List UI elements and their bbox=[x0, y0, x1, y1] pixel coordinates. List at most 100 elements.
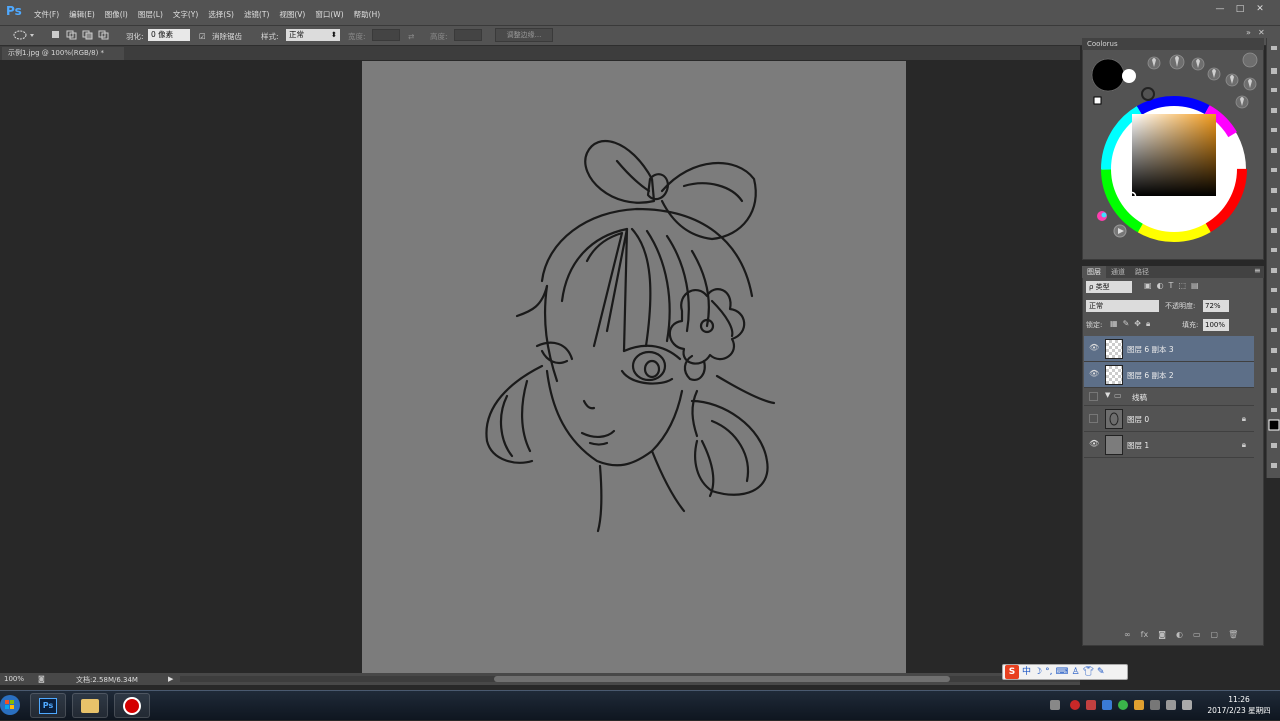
foreground-color-swatch bbox=[1091, 58, 1125, 92]
tray-record-icon[interactable] bbox=[1070, 700, 1080, 710]
layer-name: 图层 1 bbox=[1127, 441, 1150, 450]
coolorus-title: Coolorus bbox=[1082, 38, 1264, 50]
adjustment-layer-icon[interactable]: ◐ bbox=[1176, 630, 1183, 642]
layers-panel-menu-icon[interactable]: ≡ bbox=[1254, 266, 1261, 275]
menu-window[interactable]: 窗口(W) bbox=[315, 9, 343, 21]
ime-shirt-icon[interactable]: 👕︎ bbox=[1083, 665, 1094, 679]
menu-bar: 文件(F) 编辑(E) 图像(I) 图层(L) 文字(Y) 选择(S) 滤镜(T… bbox=[34, 9, 390, 21]
tab-paths[interactable]: 路径 bbox=[1130, 266, 1154, 278]
fill-input[interactable]: 100% bbox=[1203, 319, 1229, 331]
elliptical-marquee-tool-icon[interactable] bbox=[8, 29, 36, 41]
layer-row[interactable]: 👁︎ 图层 6 副本 2 bbox=[1084, 362, 1254, 388]
tray-expand-icon[interactable] bbox=[1050, 700, 1060, 710]
ime-toolbar[interactable]: S 中 ☽ °, ⌨ ♙ 👕︎ ✎ bbox=[1002, 664, 1128, 680]
visibility-toggle-empty[interactable] bbox=[1089, 392, 1098, 401]
menu-file[interactable]: 文件(F) bbox=[34, 9, 59, 21]
lock-icons[interactable]: ▦ ✎ ✥ 🔒︎ bbox=[1110, 319, 1172, 331]
tray-network-icon[interactable] bbox=[1182, 700, 1192, 710]
shape-filter-icon[interactable]: ⬚ bbox=[1178, 281, 1186, 293]
windows-start-icon[interactable] bbox=[0, 691, 22, 719]
record-icon bbox=[123, 696, 141, 715]
ime-punctuation-icon[interactable]: °, bbox=[1045, 665, 1052, 679]
visibility-eye-icon[interactable]: 👁︎ bbox=[1089, 344, 1099, 352]
lock-all-icon[interactable]: 🔒︎ bbox=[1146, 319, 1150, 331]
lock-brush-icon[interactable]: ✎ bbox=[1123, 319, 1130, 331]
menu-view[interactable]: 视图(V) bbox=[279, 9, 305, 21]
ime-language[interactable]: 中 bbox=[1022, 665, 1031, 679]
adjustment-filter-icon[interactable]: ◐ bbox=[1157, 281, 1164, 293]
image-filter-icon[interactable]: ▣ bbox=[1144, 281, 1152, 293]
layer-group-name: 线稿 bbox=[1132, 393, 1147, 402]
menu-select[interactable]: 选择(S) bbox=[208, 9, 234, 21]
zoom-level[interactable]: 100% bbox=[4, 675, 24, 683]
layer-filter-icons[interactable]: ▣ ◐ T ⬚ ▤ bbox=[1144, 281, 1244, 293]
menu-filter[interactable]: 滤镜(T) bbox=[244, 9, 269, 21]
ime-user-icon[interactable]: ♙ bbox=[1071, 665, 1079, 679]
refine-edge-button[interactable]: 调整边缘... bbox=[495, 28, 553, 42]
type-filter-icon[interactable]: T bbox=[1169, 281, 1174, 293]
selection-mode-icons[interactable] bbox=[50, 29, 112, 41]
width-input[interactable] bbox=[372, 29, 400, 41]
layer-name: 图层 6 副本 2 bbox=[1127, 371, 1174, 380]
restore-button[interactable]: □ bbox=[1232, 3, 1248, 15]
layer-row[interactable]: 👁︎ 图层 6 副本 3 bbox=[1084, 336, 1254, 362]
taskbar-photoshop[interactable]: Ps bbox=[30, 693, 66, 718]
layer-style-icon[interactable]: fx bbox=[1141, 630, 1149, 642]
delete-layer-icon[interactable]: 🗑︎ bbox=[1228, 630, 1238, 642]
group-expand-arrow-icon[interactable]: ▼ bbox=[1105, 391, 1110, 399]
status-menu-arrow-icon[interactable]: ▶ bbox=[168, 675, 173, 683]
lock-label: 锁定: bbox=[1086, 321, 1103, 329]
tab-channels[interactable]: 通道 bbox=[1106, 266, 1130, 278]
tray-green-icon[interactable] bbox=[1118, 700, 1128, 710]
document-canvas[interactable] bbox=[362, 61, 906, 674]
smart-object-filter-icon[interactable]: ▤ bbox=[1191, 281, 1199, 293]
ime-keyboard-icon[interactable]: ⌨ bbox=[1055, 665, 1068, 679]
document-tab[interactable]: 示例1.jpg @ 100%(RGB/8) * bbox=[2, 47, 124, 60]
minimize-button[interactable]: — bbox=[1212, 3, 1228, 15]
add-mask-icon[interactable]: ◙ bbox=[1158, 630, 1166, 642]
tray-volume-icon[interactable] bbox=[1166, 700, 1176, 710]
ime-tools-icon[interactable]: ✎ bbox=[1097, 665, 1105, 679]
menu-type[interactable]: 文字(Y) bbox=[173, 9, 198, 21]
style-select[interactable]: 正常 ⬍ bbox=[286, 29, 340, 41]
sogou-ime-logo-icon[interactable]: S bbox=[1005, 665, 1019, 679]
menu-image[interactable]: 图像(I) bbox=[105, 9, 128, 21]
tray-flag-icon[interactable] bbox=[1150, 700, 1160, 710]
height-input[interactable] bbox=[454, 29, 482, 41]
link-layers-icon[interactable]: ∞ bbox=[1124, 630, 1131, 642]
close-panel-icon[interactable]: ✕ bbox=[1258, 28, 1265, 37]
antialias-checkbox-icon[interactable]: ☑ bbox=[199, 30, 206, 43]
visibility-eye-icon[interactable]: 👁︎ bbox=[1089, 440, 1099, 448]
folder-icon: ▭ bbox=[1114, 391, 1122, 400]
menu-help[interactable]: 帮助(H) bbox=[354, 9, 381, 21]
lock-transparent-icon[interactable]: ▦ bbox=[1110, 319, 1118, 331]
new-group-icon[interactable]: ▭ bbox=[1193, 630, 1201, 642]
taskbar-clock[interactable]: 11:26 2017/2/23 星期四 bbox=[1200, 694, 1278, 716]
ime-moon-icon[interactable]: ☽ bbox=[1034, 665, 1042, 679]
new-layer-icon[interactable]: ▢ bbox=[1211, 630, 1219, 642]
tray-yellow-icon[interactable] bbox=[1134, 700, 1144, 710]
visibility-eye-icon[interactable]: 👁︎ bbox=[1089, 370, 1099, 378]
swap-icon[interactable]: ⇄ bbox=[408, 30, 414, 43]
layers-panel-tabs: 图层 通道 路径 bbox=[1082, 266, 1264, 278]
layer-group-row[interactable]: ▼ ▭ 线稿 bbox=[1084, 388, 1254, 406]
taskbar-explorer[interactable] bbox=[72, 693, 108, 718]
feather-input[interactable]: 0 像素 bbox=[148, 29, 190, 41]
close-button[interactable]: ✕ bbox=[1252, 3, 1268, 15]
tab-layers[interactable]: 图层 bbox=[1082, 266, 1106, 278]
tray-shield-icon[interactable] bbox=[1102, 700, 1112, 710]
layer-row[interactable]: 图层 0 🔒︎ bbox=[1084, 406, 1254, 432]
visibility-toggle-empty[interactable] bbox=[1089, 414, 1098, 423]
layer-row[interactable]: 👁︎ 图层 1 🔒︎ bbox=[1084, 432, 1254, 458]
blend-mode-select[interactable]: 正常 bbox=[1086, 300, 1159, 312]
color-wheel-area[interactable] bbox=[1082, 52, 1264, 258]
menu-layer[interactable]: 图层(L) bbox=[138, 9, 163, 21]
layer-filter-select[interactable]: ρ 类型 bbox=[1086, 281, 1132, 293]
tray-app-icon[interactable] bbox=[1086, 700, 1096, 710]
horizontal-scrollbar-thumb[interactable] bbox=[494, 676, 950, 682]
taskbar-recorder[interactable] bbox=[114, 693, 150, 718]
menu-edit[interactable]: 编辑(E) bbox=[69, 9, 95, 21]
opacity-input[interactable]: 72% bbox=[1203, 300, 1229, 312]
collapse-panels-icon[interactable]: » bbox=[1246, 28, 1251, 37]
lock-move-icon[interactable]: ✥ bbox=[1134, 319, 1141, 331]
